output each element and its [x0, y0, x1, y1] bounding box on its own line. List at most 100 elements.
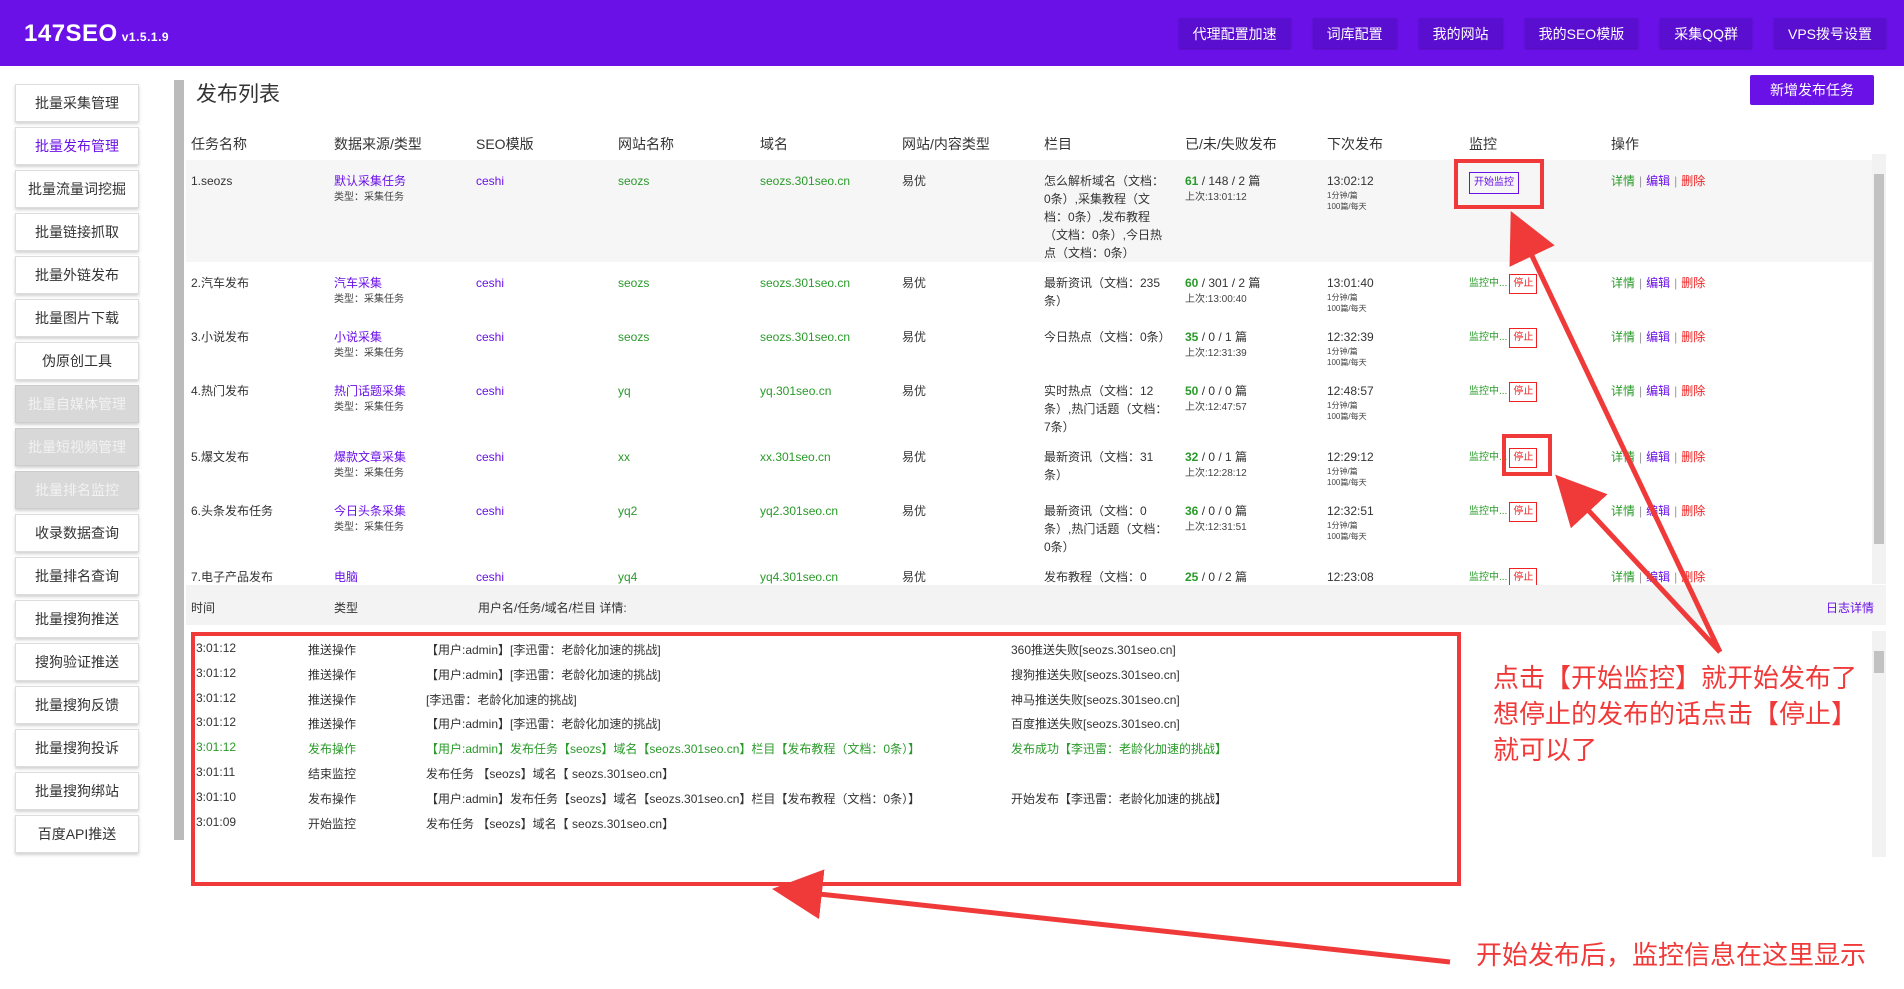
col-next-publish: 下次发布	[1327, 136, 1383, 152]
delete-link[interactable]: 删除	[1681, 384, 1705, 398]
log-col-type: 类型	[334, 601, 359, 615]
sidebar-item-rank-query[interactable]: 批量排名查询	[15, 557, 139, 595]
detail-link[interactable]: 详情	[1611, 174, 1635, 188]
detail-link[interactable]: 详情	[1611, 384, 1635, 398]
log-scrollbar-thumb[interactable]	[1874, 651, 1884, 673]
daily-limit: 100篇/每天	[1327, 202, 1367, 211]
col-task-name: 任务名称	[191, 136, 247, 152]
row-actions: 详情 | 编辑 | 删除	[1611, 384, 1706, 398]
remaining-failed-count: / 0 / 0 篇	[1198, 504, 1248, 518]
edit-link[interactable]: 编辑	[1646, 276, 1670, 290]
nav-proxy-config[interactable]: 代理配置加速	[1178, 18, 1291, 48]
nav-vps-dialup[interactable]: VPS拨号设置	[1773, 18, 1886, 48]
sidebar-item-sogou-push[interactable]: 批量搜狗推送	[15, 600, 139, 638]
delete-link[interactable]: 删除	[1681, 504, 1705, 518]
seo-template[interactable]: ceshi	[476, 328, 504, 346]
source-link[interactable]: 默认采集任务	[334, 174, 406, 188]
sidebar-item-short-video[interactable]: 批量短视频管理	[15, 428, 139, 466]
detail-link[interactable]: 详情	[1611, 504, 1635, 518]
sidebar-item-sogou-bind-site[interactable]: 批量搜狗绑站	[15, 772, 139, 810]
sidebar-item-image-download[interactable]: 批量图片下载	[15, 299, 139, 337]
edit-link[interactable]: 编辑	[1646, 384, 1670, 398]
published-count: 25	[1185, 570, 1199, 584]
task-source: 热门话题采集 类型：采集任务	[334, 382, 406, 416]
source-link[interactable]: 爆款文章采集	[334, 450, 406, 464]
nav-lexicon-config[interactable]: 词库配置	[1312, 18, 1397, 48]
sidebar-item-link-crawl[interactable]: 批量链接抓取	[15, 213, 139, 251]
publish-frequency: 1分钟/篇	[1327, 347, 1358, 356]
delete-link[interactable]: 删除	[1681, 450, 1705, 464]
detail-link[interactable]: 详情	[1611, 450, 1635, 464]
seo-template[interactable]: ceshi	[476, 568, 504, 585]
column-list: 最新资讯（文档：235条）	[1044, 276, 1161, 308]
col-content-type: 网站/内容类型	[902, 136, 990, 152]
log-details-link[interactable]: 日志详情	[1826, 599, 1874, 616]
edit-link[interactable]: 编辑	[1646, 570, 1670, 584]
source-link[interactable]: 今日头条采集	[334, 504, 406, 518]
add-publish-task-button[interactable]: 新增发布任务	[1750, 75, 1874, 105]
edit-link[interactable]: 编辑	[1646, 330, 1670, 344]
task-name: 4.热门发布	[191, 384, 250, 398]
table-scrollbar[interactable]	[1872, 154, 1886, 584]
publish-frequency: 1分钟/篇	[1327, 467, 1358, 476]
stop-monitor-button[interactable]: 停止	[1509, 568, 1538, 585]
domain: xx.301seo.cn	[760, 450, 831, 464]
delete-link[interactable]: 删除	[1681, 174, 1705, 188]
task-source: 汽车采集 类型：采集任务	[334, 274, 404, 308]
nav-my-seo-templates[interactable]: 我的SEO模版	[1524, 18, 1639, 48]
seo-template[interactable]: ceshi	[476, 502, 504, 520]
domain: seozs.301seo.cn	[760, 174, 851, 188]
detail-link[interactable]: 详情	[1611, 330, 1635, 344]
source-link[interactable]: 小说采集	[334, 330, 382, 344]
domain: yq2.301seo.cn	[760, 504, 839, 518]
seo-template[interactable]: ceshi	[476, 172, 504, 190]
monitor-cell: 监控中... 停止	[1469, 328, 1538, 348]
sidebar-item-baidu-api-push[interactable]: 百度API推送	[15, 815, 139, 853]
nav-qq-group[interactable]: 采集QQ群	[1660, 18, 1752, 48]
app-brand: 147SEO v1.5.1.9	[24, 20, 169, 48]
edit-link[interactable]: 编辑	[1646, 504, 1670, 518]
last-publish-time: 上次:12:31:51	[1185, 522, 1247, 533]
stop-monitor-button[interactable]: 停止	[1509, 274, 1538, 294]
sidebar-item-self-media[interactable]: 批量自媒体管理	[15, 385, 139, 423]
source-link[interactable]: 汽车采集	[334, 276, 382, 290]
next-publish-time: 13:01:40	[1327, 276, 1374, 290]
edit-link[interactable]: 编辑	[1646, 450, 1670, 464]
sidebar-item-sogou-feedback[interactable]: 批量搜狗反馈	[15, 686, 139, 724]
monitor-status: 监控中...	[1469, 572, 1508, 583]
col-actions: 操作	[1611, 136, 1639, 152]
detail-link[interactable]: 详情	[1611, 570, 1635, 584]
edit-link[interactable]: 编辑	[1646, 174, 1670, 188]
sidebar-item-rank-monitor[interactable]: 批量排名监控	[15, 471, 139, 509]
sidebar-item-batch-collect[interactable]: 批量采集管理	[15, 84, 139, 122]
seo-template[interactable]: ceshi	[476, 382, 504, 400]
delete-link[interactable]: 删除	[1681, 276, 1705, 290]
sidebar-item-traffic-keywords[interactable]: 批量流量词挖掘	[15, 170, 139, 208]
seo-template[interactable]: ceshi	[476, 448, 504, 466]
annotation-line-1: 点击【开始监控】就开始发布了	[1493, 663, 1858, 693]
sidebar-item-sogou-verify-push[interactable]: 搜狗验证推送	[15, 643, 139, 681]
source-link[interactable]: 热门话题采集	[334, 384, 406, 398]
source-type: 类型：采集任务	[334, 468, 404, 479]
stop-monitor-button[interactable]: 停止	[1509, 502, 1538, 522]
sidebar-item-sogou-complaint[interactable]: 批量搜狗投诉	[15, 729, 139, 767]
stop-monitor-button[interactable]: 停止	[1509, 328, 1538, 348]
source-link[interactable]: 电脑	[334, 570, 358, 584]
sidebar-item-pseudo-original[interactable]: 伪原创工具	[15, 342, 139, 380]
next-publish-time: 12:32:39	[1327, 330, 1374, 344]
sidebar-item-batch-publish[interactable]: 批量发布管理	[15, 127, 139, 165]
nav-my-sites[interactable]: 我的网站	[1418, 18, 1503, 48]
delete-link[interactable]: 删除	[1681, 330, 1705, 344]
top-bar: 147SEO v1.5.1.9 代理配置加速 词库配置 我的网站 我的SEO模版 …	[0, 0, 1904, 66]
detail-link[interactable]: 详情	[1611, 276, 1635, 290]
sidebar-item-index-query[interactable]: 收录数据查询	[15, 514, 139, 552]
seo-template[interactable]: ceshi	[476, 274, 504, 292]
task-source: 默认采集任务 类型：采集任务	[334, 172, 406, 206]
table-scrollbar-thumb[interactable]	[1874, 174, 1884, 544]
stop-monitor-button[interactable]: 停止	[1509, 382, 1538, 402]
log-scrollbar[interactable]	[1872, 631, 1886, 857]
monitor-status: 监控中...	[1469, 332, 1508, 343]
delete-link[interactable]: 删除	[1681, 570, 1705, 584]
sidebar-item-backlink-publish[interactable]: 批量外链发布	[15, 256, 139, 294]
sidebar-scrollbar[interactable]	[174, 80, 184, 840]
